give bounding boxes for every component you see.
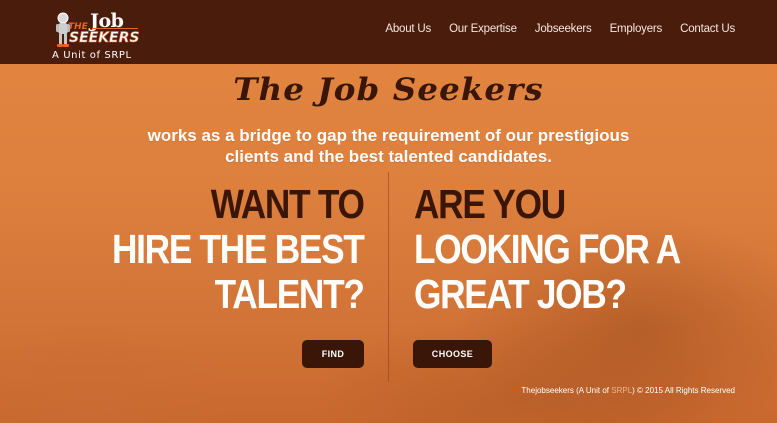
choose-button[interactable]: CHOOSE — [413, 340, 492, 368]
jobseeker-line-1: ARE YOU — [414, 181, 566, 227]
nav-our-expertise[interactable]: Our Expertise — [449, 23, 517, 35]
footer-brand-link[interactable]: SRPL — [611, 386, 632, 395]
tagline-line-2: clients and the best talented candidates… — [225, 147, 552, 166]
nav-contact-us[interactable]: Contact Us — [680, 23, 735, 35]
employer-line-2: HIRE THE BEST — [112, 226, 365, 272]
logo-underline — [92, 28, 138, 29]
employer-line-3: TALENT? — [215, 271, 365, 317]
nav-about-us[interactable]: About Us — [385, 23, 431, 35]
hero-headline: The Job Seekers — [233, 72, 544, 108]
employer-pitch: WANT TO HIRE THE BEST TALENT? — [112, 181, 365, 317]
center-divider — [388, 172, 389, 382]
footer-prefix: Thejobseekers (A Unit of — [521, 386, 612, 395]
logo-seekers-text: SEEKERS — [69, 30, 140, 47]
jobseeker-line-2: LOOKING FOR A — [414, 226, 681, 272]
footer-copyright: Thejobseekers (A Unit of SRPL) © 2015 Al… — [521, 386, 735, 395]
nav-employers[interactable]: Employers — [610, 23, 663, 35]
nav-jobseekers[interactable]: Jobseekers — [535, 23, 592, 35]
site-logo[interactable]: THE Job SEEKERS A Unit of SRPL — [52, 8, 147, 62]
footer-suffix: ) © 2015 All Rights Reserved — [632, 386, 735, 395]
jobseeker-line-3: GREAT JOB? — [414, 271, 627, 317]
top-navbar: THE Job SEEKERS A Unit of SRPL About Us … — [0, 0, 777, 64]
logo-unit-text: A Unit of SRPL — [52, 50, 132, 61]
find-button[interactable]: FIND — [302, 340, 364, 368]
hero-tagline: works as a bridge to gap the requirement… — [0, 125, 777, 167]
tagline-line-1: works as a bridge to gap the requirement… — [147, 126, 630, 145]
jobseeker-pitch: ARE YOU LOOKING FOR A GREAT JOB? — [414, 181, 681, 317]
main-nav: About Us Our Expertise Jobseekers Employ… — [385, 23, 735, 35]
employer-line-1: WANT TO — [211, 181, 365, 227]
